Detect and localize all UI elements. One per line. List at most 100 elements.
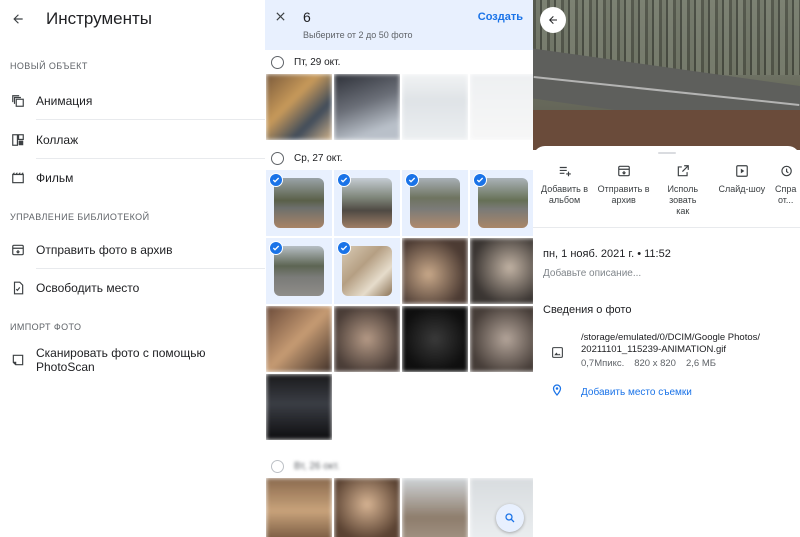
divider [533, 227, 800, 228]
add-location-label: Добавить место съемки [581, 386, 692, 398]
photo-thumbnail-selected[interactable] [334, 170, 400, 236]
menu-item-label: Анимация [36, 94, 93, 108]
menu-item-free-space[interactable]: Освободить место [0, 280, 265, 296]
photo-grid [265, 170, 533, 440]
date-label: Ср, 27 окт. [294, 152, 343, 164]
photo-date-time: пн, 1 нояб. 2021 г. • 11:52 [543, 248, 671, 260]
date-group-header[interactable]: Ср, 27 окт. [265, 146, 533, 170]
menu-item-label: Коллаж [36, 133, 79, 147]
menu-item-label: Освободить место [36, 281, 140, 295]
description-input[interactable]: Добавьте описание... [533, 268, 800, 279]
photo-thumbnail[interactable] [470, 306, 533, 372]
checkmark-icon [405, 173, 419, 187]
date-group-header[interactable]: Вт, 26 окт. [265, 454, 533, 478]
playlist-add-icon [558, 162, 572, 180]
date-group-header[interactable]: Пт, 29 окт. [265, 50, 533, 74]
photo-info-panel: Добавить в альбом Отправить в архив Испо… [533, 0, 800, 537]
menu-item-photoscan[interactable]: Сканировать фото с помощью PhotoScan [0, 346, 265, 374]
archive-button[interactable]: Отправить в архив [594, 162, 653, 217]
menu-item-movie[interactable]: Фильм [0, 170, 265, 186]
photo-picker-panel: 6 Выберите от 2 до 50 фото Создать Пт, 2… [265, 0, 533, 537]
selection-hint: Выберите от 2 до 50 фото [303, 30, 413, 40]
section-header-new: НОВЫЙ ОБЪЕКТ [10, 61, 88, 71]
slideshow-icon [735, 162, 749, 180]
selection-bar: 6 Выберите от 2 до 50 фото Создать [265, 0, 533, 50]
date-label: Вт, 26 окт. [294, 460, 340, 472]
photo-thumbnail[interactable] [334, 306, 400, 372]
file-size: 2,6 МБ [685, 358, 716, 369]
photo-thumbnail-selected[interactable] [266, 238, 332, 304]
action-label: Добавить в альбом [541, 184, 589, 205]
photo-thumbnail-selected[interactable] [470, 170, 533, 236]
date-label: Пт, 29 окт. [294, 56, 341, 68]
tools-top-bar: Инструменты [0, 0, 265, 38]
checkmark-icon [337, 241, 351, 255]
photo-thumbnail[interactable] [266, 478, 332, 537]
action-label: Отправить в архив [597, 184, 650, 205]
file-path: /storage/emulated/0/DCIM/Google Photos/ … [581, 332, 761, 355]
section-header-import: ИМПОРТ ФОТО [10, 322, 82, 332]
photo-thumbnail[interactable] [334, 478, 400, 537]
history-icon [779, 162, 793, 180]
select-group-radio[interactable] [271, 459, 284, 473]
menu-item-animation[interactable]: Анимация [0, 93, 265, 109]
create-button[interactable]: Создать [478, 11, 523, 23]
photo-thumbnail[interactable] [470, 238, 533, 304]
action-label: Спра от... [774, 184, 797, 205]
zoom-icon [505, 513, 515, 523]
menu-item-collage[interactable]: Коллаж [0, 132, 265, 148]
photo-thumbnail-selected[interactable] [334, 238, 400, 304]
photo-thumbnail[interactable] [334, 74, 400, 140]
menu-item-archive[interactable]: Отправить фото в архив [0, 242, 265, 258]
tools-panel: Инструменты НОВЫЙ ОБЪЕКТ Анимация Коллаж… [0, 0, 265, 537]
photo-thumbnail[interactable] [266, 74, 332, 140]
zoom-button[interactable] [496, 504, 524, 532]
megapixels: 0,7Мпикс. [581, 358, 625, 369]
checkmark-icon [269, 173, 283, 187]
action-bar: Добавить в альбом Отправить в архив Испо… [533, 162, 800, 217]
photo-thumbnail[interactable] [402, 306, 468, 372]
checkmark-icon [269, 241, 283, 255]
select-group-radio[interactable] [271, 151, 284, 165]
checkmark-icon [337, 173, 351, 187]
divider [36, 158, 265, 159]
animation-icon [10, 93, 26, 109]
photo-thumbnail[interactable] [402, 238, 468, 304]
photo-grid [265, 74, 533, 140]
slideshow-button[interactable]: Слайд-шоу [712, 162, 771, 217]
arrow-back-icon [549, 16, 557, 24]
photoscan-icon [10, 352, 26, 368]
collage-icon [10, 132, 26, 148]
movie-icon [10, 170, 26, 186]
photo-thumbnail[interactable] [402, 478, 468, 537]
photo-thumbnail[interactable] [470, 478, 533, 537]
close-button[interactable] [275, 8, 286, 27]
photo-thumbnail-selected[interactable] [266, 170, 332, 236]
drag-handle[interactable] [657, 152, 676, 154]
photo-thumbnail[interactable] [402, 74, 468, 140]
free-space-icon [10, 280, 26, 296]
photo-preview[interactable] [533, 0, 800, 150]
location-pin-icon [551, 383, 565, 401]
divider [36, 119, 265, 120]
archive-icon [10, 242, 26, 258]
arrow-back-icon [13, 14, 23, 24]
photo-thumbnail[interactable] [470, 74, 533, 140]
add-location-button[interactable]: Добавить место съемки [533, 383, 800, 401]
action-label: Исполь зовать как [667, 184, 699, 216]
selection-count: 6 [303, 9, 311, 25]
photo-thumbnail[interactable] [266, 306, 332, 372]
checkmark-icon [473, 173, 487, 187]
photo-thumbnail-selected[interactable] [402, 170, 468, 236]
select-group-radio[interactable] [271, 55, 284, 69]
history-button[interactable]: Спра от... [771, 162, 800, 217]
add-to-album-button[interactable]: Добавить в альбом [535, 162, 594, 217]
close-icon [276, 12, 285, 21]
open-external-icon [676, 162, 690, 180]
back-button[interactable] [0, 1, 36, 37]
menu-item-label: Отправить фото в архив [36, 243, 173, 257]
use-as-button[interactable]: Исполь зовать как [653, 162, 712, 217]
photo-thumbnail[interactable] [266, 374, 332, 440]
back-button[interactable] [540, 7, 566, 33]
info-sheet: Добавить в альбом Отправить в архив Испо… [533, 146, 800, 537]
